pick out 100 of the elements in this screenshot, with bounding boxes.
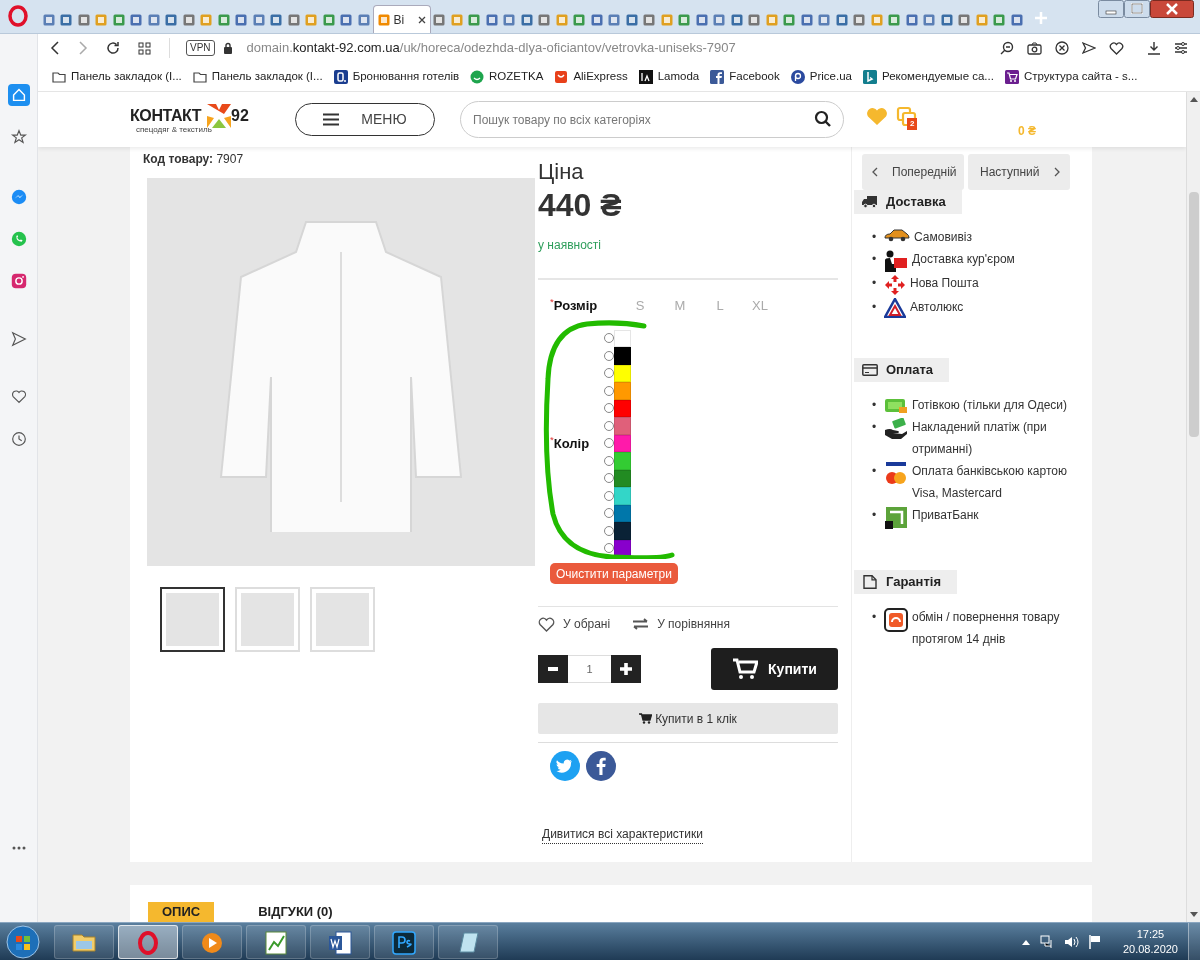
bookmark[interactable]: Панель закладок (І...	[192, 67, 323, 86]
url-text[interactable]: domain.kontakt-92.com.ua/uk/horeca/odezhda-dlya-oficiantov/vetrovka-uniseks-7907	[246, 38, 736, 58]
taskbar-app[interactable]	[54, 924, 114, 959]
send-icon[interactable]	[1082, 41, 1096, 55]
taskbar-app[interactable]	[182, 924, 242, 959]
list-bullet: •	[870, 275, 878, 292]
page-tab[interactable]: ОПИС	[148, 902, 215, 922]
camera-icon[interactable]	[1027, 41, 1042, 55]
color-label: $^{*}$Колір	[550, 433, 591, 453]
twitter-icon[interactable]	[550, 751, 580, 781]
bookmark[interactable]: Структура сайта - s...	[1004, 67, 1138, 86]
opera-logo-icon[interactable]	[8, 5, 28, 27]
next-button[interactable]: Наступний	[968, 154, 1070, 190]
buy-button[interactable]: Купити	[711, 648, 838, 690]
back-icon[interactable]	[50, 41, 60, 55]
taskbar-app[interactable]	[246, 924, 306, 959]
heart-icon[interactable]	[1109, 41, 1124, 55]
site-logo[interactable]: КОНТАКТ 92 спецодяг & текстиль	[130, 103, 254, 138]
download-icon[interactable]	[1147, 41, 1161, 55]
taskbar-app[interactable]	[310, 924, 370, 959]
color-swatch[interactable]	[614, 487, 631, 505]
delivery-option: Готівкою (тільки для Одеси)	[912, 394, 1067, 416]
section-heading: Доставка	[854, 190, 962, 214]
section-heading: Оплата	[854, 358, 950, 382]
vpn-badge[interactable]: VPN	[186, 40, 215, 56]
wishlist-link[interactable]: У обрані	[538, 615, 611, 633]
bookmark[interactable]: Бронювання готелів	[333, 67, 460, 86]
courier-icon	[884, 250, 908, 272]
color-swatch[interactable]	[614, 417, 631, 435]
sidebar-button[interactable]	[7, 84, 30, 106]
search-field[interactable]: Пошук товару по всіх категоріях	[460, 101, 844, 138]
favicon-icon	[625, 14, 638, 26]
wishlist-heart-icon[interactable]	[866, 107, 888, 126]
scrollbar[interactable]	[1186, 92, 1200, 922]
color-swatch[interactable]	[614, 382, 631, 400]
facebook-icon[interactable]	[586, 751, 616, 781]
bookmark[interactable]: Lamoda	[638, 67, 700, 86]
price: 440 ₴	[538, 186, 623, 225]
bookmark[interactable]: Facebook	[710, 67, 780, 86]
color-swatch[interactable]	[614, 452, 631, 470]
favicon-icon	[95, 14, 108, 26]
bookmark[interactable]: AliExpress	[554, 67, 628, 86]
bookmark[interactable]: Рекомендуемые са...	[862, 67, 994, 86]
network-icon[interactable]	[1039, 934, 1054, 949]
block-icon[interactable]	[1055, 41, 1069, 55]
close-icon[interactable]	[417, 15, 426, 24]
favicon-icon	[643, 14, 656, 26]
list-bullet: •	[870, 299, 878, 316]
color-swatch[interactable]	[614, 522, 631, 540]
previous-button[interactable]: Попередній	[862, 154, 964, 190]
close-window-icon[interactable]	[1150, 0, 1194, 18]
clock[interactable]: 17:25 20.08.2020	[1122, 926, 1178, 957]
favicon-icon	[958, 14, 971, 26]
one-click-buy-button[interactable]: Купити в 1 клік	[538, 703, 838, 734]
scroll-up-icon	[1189, 96, 1198, 102]
favicon-icon	[660, 14, 673, 26]
section-heading: Гарантія	[854, 570, 957, 594]
taskbar-app[interactable]	[118, 924, 178, 959]
star-icon	[9, 128, 28, 146]
favicon-icon	[590, 14, 603, 26]
start-button-icon[interactable]	[6, 924, 40, 959]
all-specs-link[interactable]: Дивитися всі характеристики	[542, 825, 703, 844]
minimize-icon[interactable]	[1098, 0, 1124, 18]
compare-link[interactable]: У порівняння	[632, 615, 730, 633]
page-tab[interactable]: ВІДГУКИ (0)	[254, 902, 337, 922]
reload-icon[interactable]	[106, 41, 120, 55]
forward-icon[interactable]	[78, 41, 88, 55]
plus-icon	[620, 663, 632, 675]
thumbnail[interactable]	[160, 587, 225, 652]
maximize-icon[interactable]	[1124, 0, 1150, 18]
taskbar-app[interactable]	[374, 924, 434, 959]
flag-icon[interactable]	[1088, 934, 1101, 949]
show-desktop-button[interactable]	[1188, 923, 1200, 960]
bookmark[interactable]: Панель закладок (І...	[52, 67, 182, 86]
color-swatch[interactable]	[614, 347, 631, 365]
grid-icon[interactable]	[138, 41, 151, 55]
color-swatch[interactable]	[614, 329, 631, 347]
favicon-icon	[287, 14, 300, 26]
cart-icon	[732, 658, 759, 680]
bookmark[interactable]: ROZETKA	[470, 67, 544, 86]
zoom-icon[interactable]	[1000, 41, 1014, 55]
settings-icon[interactable]	[1174, 41, 1188, 55]
return-box-icon	[884, 608, 908, 632]
visa-mastercard-icon	[884, 462, 908, 486]
scrollbar-thumb[interactable]	[1188, 192, 1199, 437]
favicon-icon	[235, 14, 248, 26]
tray-up-arrow-icon[interactable]	[1021, 938, 1030, 945]
bookmark[interactable]: Price.ua	[790, 67, 852, 86]
more-icon[interactable]	[11, 846, 26, 850]
document-icon	[862, 575, 878, 589]
volume-icon[interactable]	[1063, 934, 1079, 949]
taskbar-app[interactable]	[438, 924, 498, 959]
facebook-icon	[710, 69, 725, 84]
favicon-icon	[252, 14, 265, 26]
minus-button[interactable]	[538, 655, 568, 683]
delivery-option: Автолюкс	[910, 296, 964, 318]
plus-button[interactable]	[611, 655, 641, 683]
search-icon[interactable]	[814, 110, 832, 128]
browser-tab[interactable]: Ві	[372, 5, 431, 33]
car-icon	[884, 228, 910, 242]
